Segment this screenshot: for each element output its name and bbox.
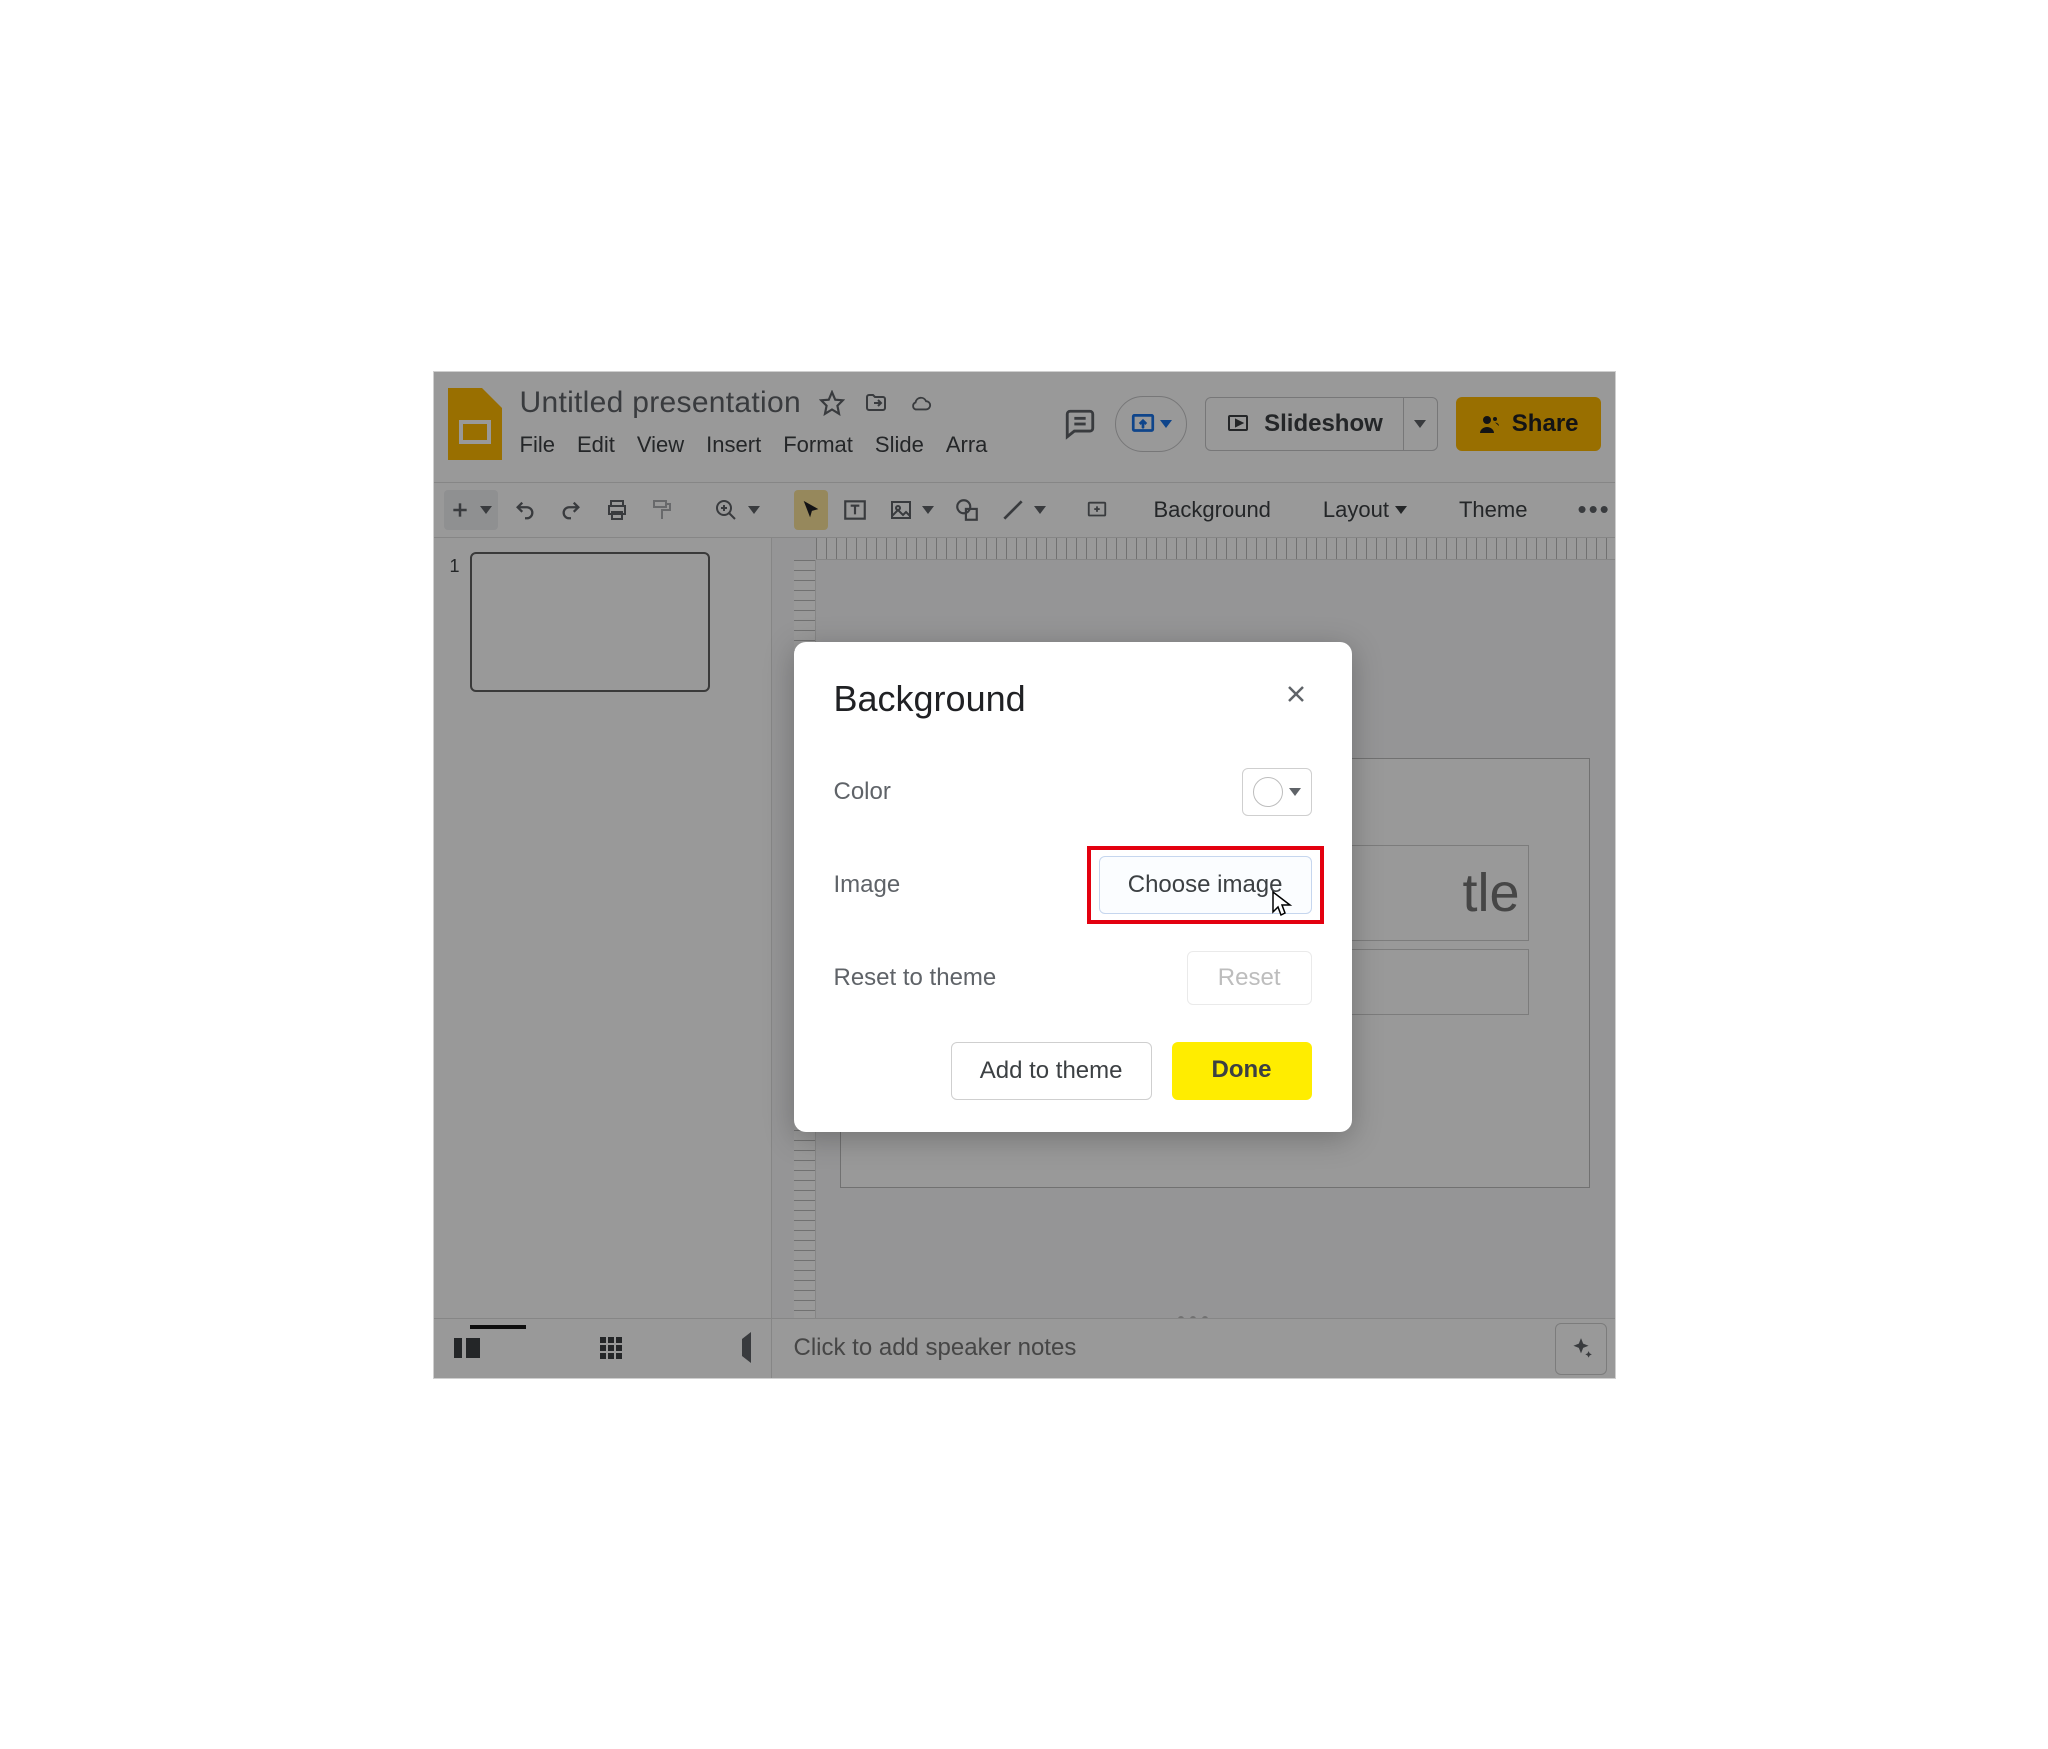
menu-arrange[interactable]: Arra [946,432,988,458]
layout-tool-button[interactable]: Layout [1311,490,1419,530]
slide-title-visible-text: tle [1462,862,1527,924]
doc-title[interactable]: Untitled presentation [520,386,801,420]
caret-down-icon [748,506,760,514]
cloud-status-icon[interactable] [907,392,935,414]
grid-view-button[interactable] [600,1337,622,1359]
add-to-theme-button[interactable]: Add to theme [951,1042,1152,1100]
background-tool-button[interactable]: Background [1142,490,1283,530]
layout-label: Layout [1323,497,1389,523]
app-logo-icon[interactable] [448,388,502,460]
filmstrip-view-button[interactable] [454,1338,480,1358]
shape-button[interactable] [948,490,986,530]
speaker-notes-placeholder: Click to add speaker notes [794,1334,1077,1362]
explore-button[interactable] [1555,1323,1607,1375]
menu-view[interactable]: View [637,432,684,458]
slide-number: 1 [450,552,460,692]
chevron-left-icon [742,1332,751,1363]
speaker-notes-input[interactable]: Click to add speaker notes [772,1319,1547,1378]
bottom-bar: Click to add speaker notes [434,1318,1615,1378]
add-comment-button[interactable] [1080,490,1114,530]
ruler-horizontal[interactable] [816,538,1615,560]
done-button[interactable]: Done [1172,1042,1312,1100]
image-button[interactable] [882,490,940,530]
caret-down-icon [1395,506,1407,514]
caret-down-icon [1034,506,1046,514]
dialog-close-button[interactable] [1280,678,1312,715]
filmstrip[interactable]: 1 [434,538,772,1318]
resize-handle-icon[interactable] [1178,1316,1208,1318]
menu-bar: File Edit View Insert Format Slide Arra [520,432,1064,458]
menu-edit[interactable]: Edit [577,432,615,458]
dialog-color-label: Color [834,778,891,806]
dialog-title: Background [834,678,1026,720]
collapse-filmstrip-button[interactable] [742,1339,751,1357]
paint-format-button[interactable] [644,490,680,530]
toolbar: Background Layout Theme ••• [434,482,1615,538]
caret-down-icon [480,506,492,514]
dialog-image-label: Image [834,871,901,899]
new-slide-button[interactable] [444,490,498,530]
select-tool-button[interactable] [794,490,828,530]
share-button[interactable]: Share [1456,397,1601,451]
redo-button[interactable] [552,490,590,530]
caret-down-icon [1289,788,1301,796]
share-label: Share [1512,410,1579,438]
app-window: Untitled presentation File Edit [434,372,1615,1378]
slideshow-caret-button[interactable] [1404,397,1438,451]
dialog-reset-label: Reset to theme [834,964,997,992]
slideshow-button[interactable]: Slideshow [1205,397,1404,451]
slide-thumbnail[interactable] [470,552,710,692]
color-swatch-icon [1253,777,1283,807]
more-tools-button[interactable]: ••• [1567,494,1615,525]
menu-slide[interactable]: Slide [875,432,924,458]
reset-button[interactable]: Reset [1187,951,1312,1005]
menu-file[interactable]: File [520,432,555,458]
present-button[interactable] [1115,396,1187,452]
menu-insert[interactable]: Insert [706,432,761,458]
caret-down-icon [1414,420,1426,428]
caret-down-icon [1160,420,1172,428]
slideshow-label: Slideshow [1264,410,1383,438]
background-dialog: Background Color Image [794,642,1352,1132]
move-folder-icon[interactable] [863,391,889,415]
header: Untitled presentation File Edit [434,372,1615,482]
caret-down-icon [922,506,934,514]
line-button[interactable] [994,490,1052,530]
comments-icon[interactable] [1063,407,1097,441]
menu-format[interactable]: Format [783,432,853,458]
theme-tool-button[interactable]: Theme [1447,490,1539,530]
textbox-button[interactable] [836,490,874,530]
zoom-button[interactable] [708,490,766,530]
color-picker-button[interactable] [1242,768,1312,816]
choose-image-button[interactable]: Choose image [1099,856,1312,914]
undo-button[interactable] [506,490,544,530]
star-icon[interactable] [819,390,845,416]
print-button[interactable] [598,490,636,530]
